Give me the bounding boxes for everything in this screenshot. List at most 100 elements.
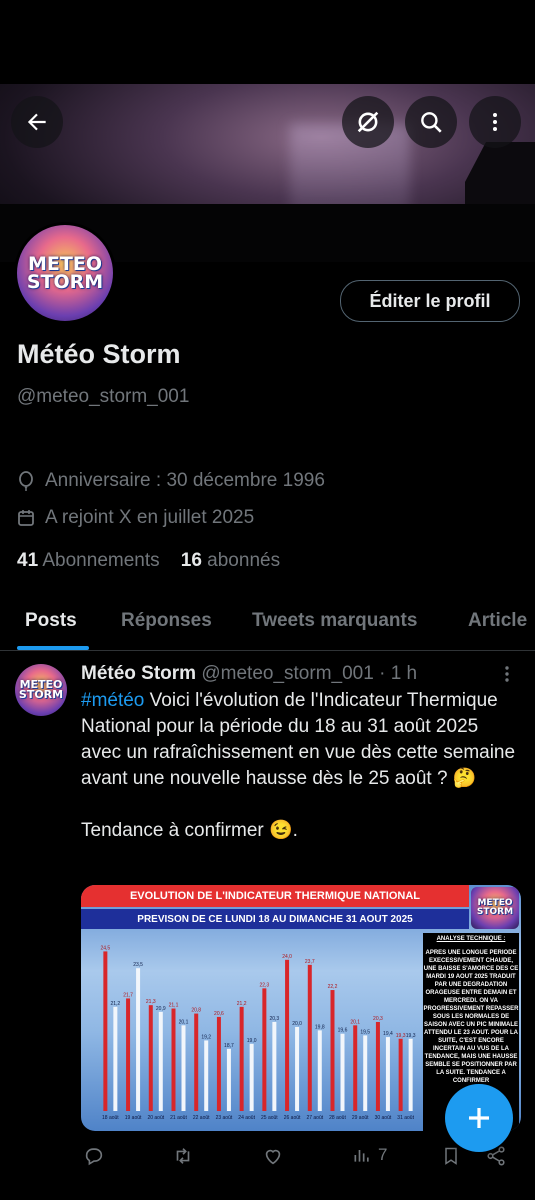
more-options-button[interactable] <box>469 96 521 148</box>
chart-x-tick-label: 18 août <box>102 1115 119 1121</box>
chart-bar <box>385 1037 390 1111</box>
chart-bar <box>171 1008 176 1111</box>
media-subtitle: PREVISON DE CE LUNDI 18 AU DIMANCHE 31 A… <box>81 909 469 929</box>
chart-x-tick-label: 28 août <box>329 1115 346 1121</box>
chart-bar <box>113 1006 118 1111</box>
chart-bar <box>148 1005 153 1111</box>
like-button[interactable] <box>262 1145 284 1167</box>
post-separator: · <box>379 663 386 684</box>
chart-bar <box>126 998 131 1111</box>
chart-bar <box>136 968 141 1111</box>
views-count: 7 <box>378 1145 388 1164</box>
balloon-icon <box>19 471 33 491</box>
media-logo: METEO STORM <box>471 887 519 929</box>
chart-bar <box>340 1033 345 1111</box>
post-avatar[interactable]: METEO STORM <box>15 664 67 716</box>
bookmark-button[interactable] <box>441 1145 461 1167</box>
chart-data-label: 20,1 <box>350 1019 360 1025</box>
edit-profile-button[interactable]: Éditer le profil <box>340 280 520 322</box>
analysis-text: APRES UNE LONGUE PERIODE EXECESSIVEMENT … <box>423 950 519 1084</box>
repost-button[interactable] <box>172 1145 194 1167</box>
search-icon <box>421 112 442 133</box>
following-link[interactable]: 41 Abonnements <box>17 550 160 571</box>
chart-data-label: 19,5 <box>360 1029 370 1035</box>
chart-bar <box>307 964 312 1111</box>
repost-icon <box>176 1148 190 1164</box>
analysis-heading: ANALYSE TECHNIQUE : <box>436 936 506 942</box>
chart-data-label: 20,1 <box>179 1019 189 1025</box>
compose-post-button[interactable] <box>445 1084 513 1152</box>
chart-data-label: 19,3 <box>396 1033 406 1039</box>
search-button[interactable] <box>405 96 457 148</box>
more-vertical-icon <box>493 113 497 131</box>
post-time: 1 h <box>390 663 418 684</box>
reply-button[interactable] <box>83 1145 105 1167</box>
chart-data-label: 21,3 <box>146 999 156 1005</box>
views-button[interactable]: 7 <box>352 1145 387 1165</box>
tab-replies[interactable]: Réponses <box>121 610 212 632</box>
chart-data-label: 20,6 <box>214 1011 224 1017</box>
chart-x-tick-label: 19 août <box>125 1115 142 1121</box>
chart-x-tick-label: 23 août <box>216 1115 233 1121</box>
chart-bar <box>272 1021 277 1111</box>
chart-data-label: 19,4 <box>383 1031 393 1037</box>
plus-icon <box>469 1108 489 1128</box>
chart-data-label: 19,3 <box>406 1033 416 1039</box>
chart-data-label: 19,0 <box>247 1038 257 1044</box>
chart-x-tick-label: 21 août <box>170 1115 187 1121</box>
chart-bar <box>158 1011 163 1111</box>
birthday-row: Anniversaire : 30 décembre 1996 <box>17 470 325 492</box>
post-text: #météo Voici l'évolution de l'Indicateur… <box>81 688 521 844</box>
hashtag-link[interactable]: #météo <box>81 690 144 711</box>
grok-button[interactable] <box>342 96 394 148</box>
chart-x-tick-label: 25 août <box>261 1115 278 1121</box>
chart-x-tick-label: 31 août <box>397 1115 414 1121</box>
post-author[interactable]: Météo Storm <box>81 663 196 684</box>
chart-data-label: 19,8 <box>315 1024 325 1030</box>
tab-highlights[interactable]: Tweets marquants <box>252 610 417 632</box>
post-actions: 7 <box>0 1145 535 1175</box>
tab-posts[interactable]: Posts <box>25 610 77 632</box>
chart-data-label: 23,7 <box>305 959 315 965</box>
chart-bar <box>353 1025 358 1111</box>
post-avatar-logo: METEO STORM <box>18 677 64 701</box>
heart-icon <box>265 1149 281 1165</box>
chart-bar <box>398 1038 403 1111</box>
follow-stats: 41 Abonnements 16 abonnés <box>17 550 280 572</box>
chart-x-tick-label: 29 août <box>352 1115 369 1121</box>
chart-bar <box>226 1048 231 1111</box>
profile-tabs: Posts Réponses Tweets marquants Article <box>0 598 535 651</box>
chart-bar <box>330 990 335 1111</box>
chart-x-tick-label: 20 août <box>147 1115 164 1121</box>
birthday-text: Anniversaire : 30 décembre 1996 <box>45 470 325 491</box>
chart-data-label: 24,5 <box>100 945 110 951</box>
chart-data-label: 23,5 <box>133 962 143 968</box>
back-button[interactable] <box>11 96 63 148</box>
profile-avatar[interactable]: METEO STORM <box>14 222 116 324</box>
followers-link[interactable]: 16 abonnés <box>181 550 280 571</box>
post-handle[interactable]: @meteo_storm_001 <box>201 663 373 684</box>
chart-bar <box>295 1027 300 1111</box>
chart-bar <box>375 1021 380 1111</box>
grok-icon <box>357 111 379 133</box>
profile-handle: @meteo_storm_001 <box>17 386 190 407</box>
joined-text: A rejoint X en juillet 2025 <box>45 507 255 528</box>
chart-bar <box>363 1035 368 1111</box>
chart-bar <box>262 988 267 1111</box>
profile-name: Météo Storm <box>17 339 181 369</box>
chart-data-label: 22,2 <box>328 984 338 990</box>
tab-articles[interactable]: Article <box>468 610 527 632</box>
chart-bar <box>285 959 290 1111</box>
chart-data-label: 20,9 <box>156 1006 166 1012</box>
media-title: EVOLUTION DE L'INDICATEUR THERMIQUE NATI… <box>81 885 469 907</box>
post-body-2: Tendance à confirmer 😉. <box>81 820 298 841</box>
chart-bar <box>194 1013 199 1111</box>
chart-x-tick-label: 22 août <box>193 1115 210 1121</box>
chart-data-label: 20,8 <box>191 1008 201 1014</box>
chart-data-label: 21,2 <box>237 1001 247 1007</box>
itn-bar-chart: 24,5 21,7 21,3 21,1 20,8 20,6 21,2 22,3 24,0 23,7… <box>100 945 416 1121</box>
active-tab-indicator <box>17 646 89 650</box>
chart-data-label: 21,2 <box>110 1001 120 1007</box>
post-more-button[interactable] <box>498 664 516 689</box>
joined-row: A rejoint X en juillet 2025 <box>17 507 254 529</box>
